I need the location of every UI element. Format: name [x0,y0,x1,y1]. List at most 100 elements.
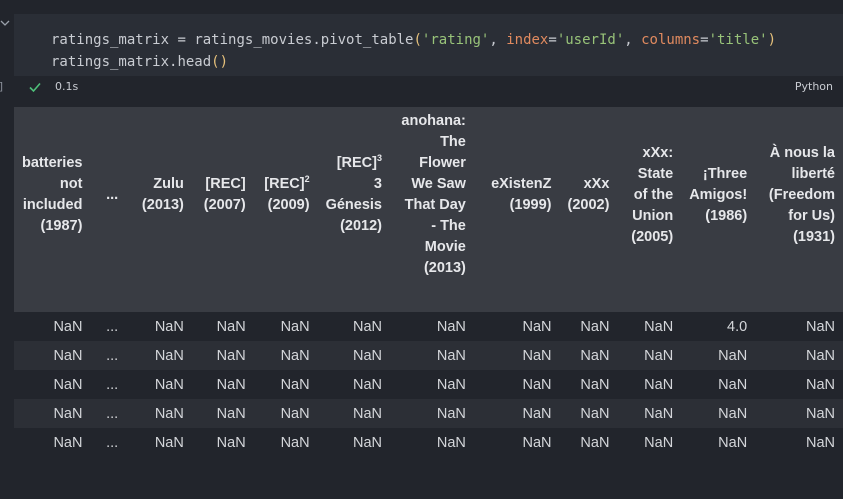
table-cell: ... [90,312,127,341]
header-text: Amigos! [689,186,748,203]
column-header: À nous la liberté (Freedom for Us) (1931… [755,107,843,283]
table-cell: NaN [191,399,254,428]
kernel-language[interactable]: Python [795,80,833,93]
column-header: xXx: State of the Union (2005) [617,107,682,283]
column-header: ... [90,107,127,283]
header-text: We Saw [411,176,466,192]
table-cell: 4.0 [681,312,756,341]
table-cell: NaN [14,370,91,399]
table-cell: NaN [317,428,390,457]
column-header-row: batteries not included (1987) ... Zulu (… [14,107,843,283]
index-cell [90,283,127,312]
code-token: ) [767,32,777,48]
header-text: Génesis [325,197,382,213]
table-cell: ... [90,341,127,370]
table-body: NaN... NaN NaN NaN NaN NaN NaN NaN NaN 4.0 NaN NaN… [14,312,843,457]
index-cell [126,283,192,312]
table-cell: NaN [191,428,254,457]
code-token: ratings_matrix [51,54,170,70]
column-header: batteries not included (1987) [14,107,91,283]
header-text: for Us) [788,207,835,224]
code-editor[interactable]: ratings_matrix = ratings_movies.pivot_ta… [51,29,776,73]
column-header: Zulu (2013) [126,107,192,283]
table-cell: NaN [681,428,756,457]
table-row: NaN... NaN NaN NaN NaN NaN NaN NaN NaN 4.0 NaN [14,312,843,341]
table-cell: NaN [390,428,474,457]
index-name-row [14,283,843,312]
table-cell: ... [90,370,127,399]
table-row: NaN... NaN NaN NaN NaN NaN NaN NaN NaN NaN NaN [14,428,843,457]
header-text: of the [633,186,674,203]
header-text: not [59,176,83,192]
header-superscript: 2 [304,174,310,184]
column-header: [REC] (2007) [191,107,254,283]
index-cell [317,283,390,312]
cell-output: batteries not included (1987) ... Zulu (… [14,107,843,457]
table-cell: NaN [126,312,192,341]
table-cell: NaN [681,399,756,428]
table-cell: NaN [126,428,192,457]
header-text: (2009) [267,197,310,213]
code-token: ratings_movies [194,32,313,48]
dataframe-table: batteries not included (1987) ... Zulu (… [14,107,843,457]
table-cell: NaN [253,341,318,370]
table-cell: NaN [559,428,618,457]
table-cell: NaN [681,341,756,370]
index-cell [473,283,560,312]
table-cell: NaN [617,399,682,428]
table-cell: NaN [126,341,192,370]
table-row: NaN... NaN NaN NaN NaN NaN NaN NaN NaN NaN NaN [14,370,843,399]
column-header: eXistenZ (1999) [473,107,560,283]
header-text: [REC] [205,176,246,192]
code-token: , [624,32,642,48]
code-token: columns [641,32,701,48]
header-text: [REC] [336,155,377,171]
table-cell: NaN [390,370,474,399]
header-text: included [22,197,83,213]
table-cell: NaN [253,370,318,399]
table-cell: NaN [191,312,254,341]
table-cell: NaN [14,341,91,370]
table-cell: NaN [317,399,390,428]
header-text: [REC] [264,176,305,192]
header-text: Union [632,207,674,224]
header-text: The [440,134,466,150]
notebook-view: ] ratings_matrix = ratings_movies.pivot_… [0,0,843,499]
header-text: eXistenZ [491,176,552,192]
code-line-2: ratings_matrix.head() [51,54,228,70]
chevron-down-icon[interactable] [0,18,10,28]
column-header: [REC]2 (2009) [253,107,318,283]
code-token: pivot_table [320,32,414,48]
code-token: ( [413,32,422,48]
index-cell [755,283,843,312]
column-header: xXx (2002) [559,107,618,283]
header-text: ¡Three [702,165,748,182]
table-cell: NaN [559,312,618,341]
header-superscript: 3 [376,153,382,163]
column-header: anohana: The Flower We Saw That Day - Th… [390,107,474,283]
code-token: ratings_matrix [51,32,170,48]
header-text: ... [106,186,119,203]
table-cell: NaN [14,312,91,341]
table-cell: NaN [617,312,682,341]
header-text: Zulu [153,176,184,192]
table-row: NaN... NaN NaN NaN NaN NaN NaN NaN NaN NaN NaN [14,399,843,428]
header-text: À nous la [769,144,835,161]
header-text: (2007) [203,197,246,213]
header-text: Movie [424,239,466,255]
table-cell: NaN [473,370,560,399]
header-text: 3 [373,176,382,192]
table-cell: NaN [14,399,91,428]
code-cell[interactable]: ratings_matrix = ratings_movies.pivot_ta… [14,14,843,76]
header-text: - The [431,218,466,234]
header-text: (1986) [705,207,748,224]
table-cell: NaN [317,370,390,399]
table-cell: NaN [681,370,756,399]
table-cell: NaN [755,370,843,399]
header-text: (2005) [631,228,674,245]
header-text: (2013) [141,197,184,213]
table-cell: NaN [14,428,91,457]
code-line-1: ratings_matrix = ratings_movies.pivot_ta… [51,32,776,48]
index-cell [14,283,91,312]
code-token: = [169,32,195,48]
